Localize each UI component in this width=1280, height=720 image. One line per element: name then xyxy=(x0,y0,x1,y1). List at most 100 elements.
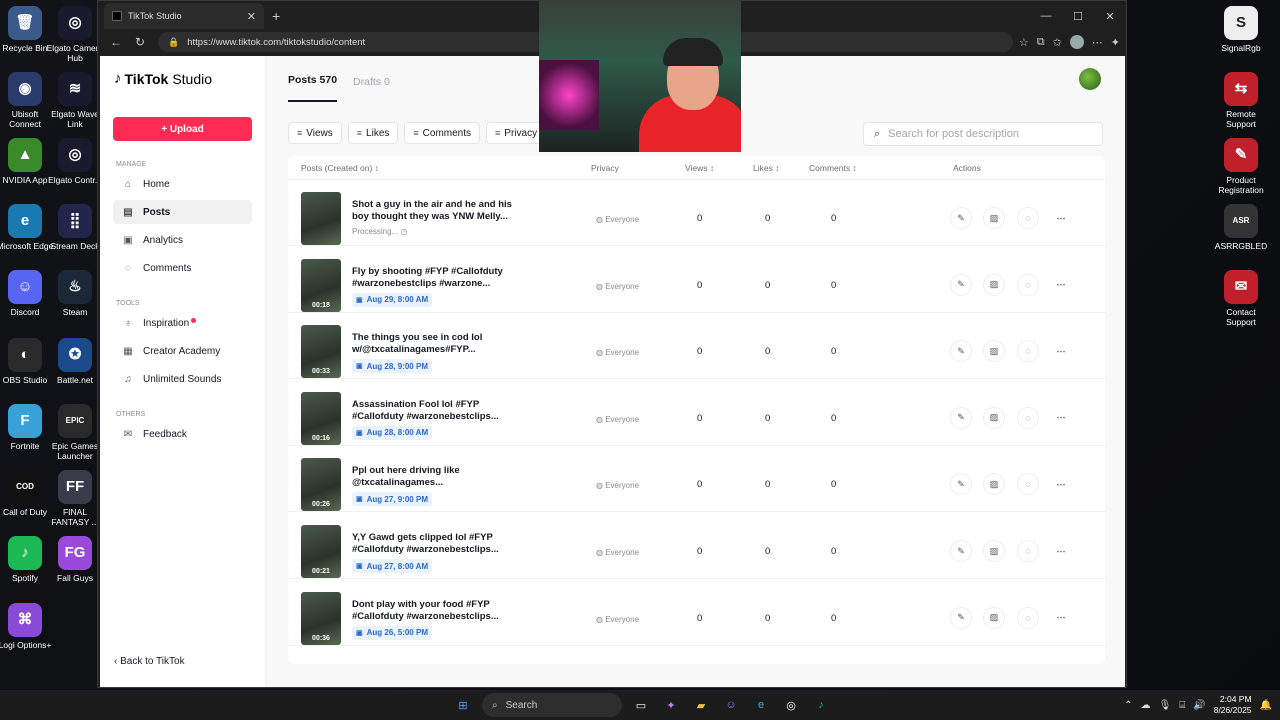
desktop-icon[interactable]: ≋ Elgato Wave Link xyxy=(45,72,105,129)
app-taskbar-icon[interactable]: ◎ xyxy=(780,694,802,716)
video-thumbnail[interactable]: 00:16 xyxy=(301,391,341,445)
upload-button[interactable]: + Upload xyxy=(113,117,252,141)
search-input[interactable]: ⌕ Search for post description xyxy=(863,122,1103,146)
spotify-taskbar-icon[interactable]: ♪ xyxy=(810,694,832,716)
edit-icon[interactable]: ✎ xyxy=(950,340,972,363)
task-view-icon[interactable]: ▭ xyxy=(630,694,652,716)
favorites-icon[interactable]: ✩ xyxy=(1053,36,1062,49)
video-thumbnail[interactable]: 00:21 xyxy=(301,525,341,578)
more-menu-icon[interactable]: ⋯ xyxy=(1092,36,1103,49)
comment-icon[interactable]: ◌ xyxy=(1017,540,1039,562)
desktop-icon[interactable]: EPIC Epic Games Launcher xyxy=(45,404,105,461)
desktop-icon[interactable]: ◎ Elgato Camera Hub xyxy=(45,6,105,63)
desktop-icon[interactable]: ⇆ Remote Support xyxy=(1211,72,1271,129)
chevron-up-icon[interactable]: ⌃ xyxy=(1124,700,1132,711)
notification-bell-icon[interactable]: 🔔 xyxy=(1260,700,1272,711)
video-thumbnail[interactable]: 00:18 xyxy=(301,258,341,312)
comment-icon[interactable]: ◌ xyxy=(1017,406,1039,429)
video-thumbnail[interactable]: 00:26 xyxy=(301,458,341,512)
column-likes[interactable]: Likes ↕ xyxy=(753,163,779,173)
profile-icon[interactable] xyxy=(1069,35,1084,49)
avatar[interactable] xyxy=(1079,68,1101,90)
table-row[interactable]: Shot a guy in the air and he and his boy… xyxy=(288,180,1105,246)
video-thumbnail[interactable] xyxy=(301,192,341,245)
file-explorer-icon[interactable]: ▰ xyxy=(690,694,712,716)
cover-icon[interactable]: ▨ xyxy=(983,406,1005,429)
post-title[interactable]: Assassination Fool lol #FYP #Callofduty … xyxy=(352,399,512,423)
comment-icon[interactable]: ◌ xyxy=(1017,340,1039,363)
refresh-icon[interactable]: ↻ xyxy=(128,35,152,49)
favorite-star-icon[interactable]: ☆ xyxy=(1019,36,1029,49)
new-tab-icon[interactable]: + xyxy=(272,8,280,24)
desktop-icon[interactable]: S SignalRgb xyxy=(1211,6,1271,53)
clock[interactable]: 2:04 PM 8/26/2025 xyxy=(1214,694,1252,716)
table-row[interactable]: 00:26 Ppl out here driving like @txcatal… xyxy=(288,446,1105,513)
desktop-icon[interactable]: ◎ Elgato Contr... xyxy=(45,138,105,185)
video-thumbnail[interactable]: 00:33 xyxy=(301,325,341,379)
edit-icon[interactable]: ✎ xyxy=(950,540,972,562)
edit-icon[interactable]: ✎ xyxy=(950,273,972,296)
discord-taskbar-icon[interactable]: ☺ xyxy=(720,694,742,716)
cover-icon[interactable]: ▨ xyxy=(983,473,1005,496)
more-icon[interactable]: ⋯ xyxy=(1050,606,1072,629)
post-title[interactable]: Dont play with your food #FYP #Callofdut… xyxy=(352,599,512,623)
edit-icon[interactable]: ✎ xyxy=(950,207,972,229)
sidebar-item-feedback[interactable]: ✉ Feedback xyxy=(113,422,252,446)
desktop-icon[interactable]: ✪ Battle.net xyxy=(45,338,105,385)
column-comments[interactable]: Comments ↕ xyxy=(809,163,857,173)
post-title[interactable]: Ppl out here driving like @txcatalinagam… xyxy=(352,465,512,489)
back-to-tiktok-link[interactable]: ‹ Back to TikTok xyxy=(114,656,185,667)
sidebar-item-sounds[interactable]: ♫ Unlimited Sounds xyxy=(113,367,252,391)
sidebar-item-analytics[interactable]: ▣ Analytics xyxy=(113,228,252,252)
filter-views-button[interactable]: ≡ Views xyxy=(288,122,342,144)
table-row[interactable]: 00:36 Dont play with your food #FYP #Cal… xyxy=(288,580,1105,646)
sidebar-item-home[interactable]: ⌂ Home xyxy=(113,172,252,196)
filter-privacy-button[interactable]: ≡ Privacy xyxy=(486,122,547,144)
edit-icon[interactable]: ✎ xyxy=(950,473,972,496)
more-icon[interactable]: ⋯ xyxy=(1050,340,1072,363)
desktop-icon[interactable]: ⌘ Logi Options+ xyxy=(0,603,55,650)
edit-icon[interactable]: ✎ xyxy=(950,606,972,629)
sidebar-item-inspiration[interactable]: ♁ Inspiration xyxy=(113,311,252,335)
comment-icon[interactable]: ◌ xyxy=(1017,606,1039,629)
minimize-icon[interactable]: — xyxy=(1030,10,1062,23)
more-icon[interactable]: ⋯ xyxy=(1050,406,1072,429)
sidebar-item-posts[interactable]: ▤ Posts xyxy=(113,200,252,224)
edit-icon[interactable]: ✎ xyxy=(950,406,972,429)
windows-start-icon[interactable]: ⊞ xyxy=(452,694,474,716)
post-title[interactable]: Fly by shooting #FYP #Callofduty #warzon… xyxy=(352,266,512,290)
cover-icon[interactable]: ▨ xyxy=(983,540,1005,562)
video-thumbnail[interactable]: 00:36 xyxy=(301,591,341,645)
column-posts[interactable]: Posts (Created on) ↕ xyxy=(301,163,379,173)
more-icon[interactable]: ⋯ xyxy=(1050,273,1072,296)
more-icon[interactable]: ⋯ xyxy=(1050,207,1072,229)
desktop-icon[interactable]: FG Fall Guys xyxy=(45,536,105,583)
tab-drafts[interactable]: Drafts 0 xyxy=(353,76,390,102)
maximize-icon[interactable]: ☐ xyxy=(1062,10,1094,23)
filter-comments-button[interactable]: ≡ Comments xyxy=(404,122,481,144)
cover-icon[interactable]: ▨ xyxy=(983,273,1005,296)
edge-taskbar-icon[interactable]: e xyxy=(750,694,772,716)
cloud-icon[interactable]: ☁ xyxy=(1141,700,1151,711)
comment-icon[interactable]: ◌ xyxy=(1017,207,1039,229)
desktop-icon[interactable]: ✉ Contact Support xyxy=(1211,270,1271,327)
desktop-icon[interactable]: ✎ Product Registration xyxy=(1211,138,1271,195)
tiktok-studio-logo[interactable]: ♪ TikTok Studio xyxy=(100,70,265,87)
table-row[interactable]: 00:33 The things you see in cod lol w/@t… xyxy=(288,313,1105,380)
more-icon[interactable]: ⋯ xyxy=(1050,473,1072,496)
cover-icon[interactable]: ▨ xyxy=(983,606,1005,629)
post-title[interactable]: Y,Y Gawd gets clipped lol #FYP #Callofdu… xyxy=(352,532,512,556)
browser-tab[interactable]: TikTok Studio ✕ xyxy=(104,3,264,29)
sidebar-item-academy[interactable]: ▦ Creator Academy xyxy=(113,339,252,363)
copilot-icon[interactable]: ✦ xyxy=(1111,36,1120,49)
copilot-taskbar-icon[interactable]: ✦ xyxy=(660,694,682,716)
table-row[interactable]: 00:21 Y,Y Gawd gets clipped lol #FYP #Ca… xyxy=(288,513,1105,579)
comment-icon[interactable]: ◌ xyxy=(1017,273,1039,296)
comment-icon[interactable]: ◌ xyxy=(1017,473,1039,496)
taskbar-search[interactable]: ⌕ Search xyxy=(482,693,622,717)
post-title[interactable]: Shot a guy in the air and he and his boy… xyxy=(352,199,512,223)
desktop-icon[interactable]: ⣿ Stream Deck xyxy=(45,204,105,251)
filter-likes-button[interactable]: ≡ Likes xyxy=(347,122,399,144)
cover-icon[interactable]: ▨ xyxy=(983,207,1005,229)
close-window-icon[interactable]: ✕ xyxy=(1094,10,1126,23)
